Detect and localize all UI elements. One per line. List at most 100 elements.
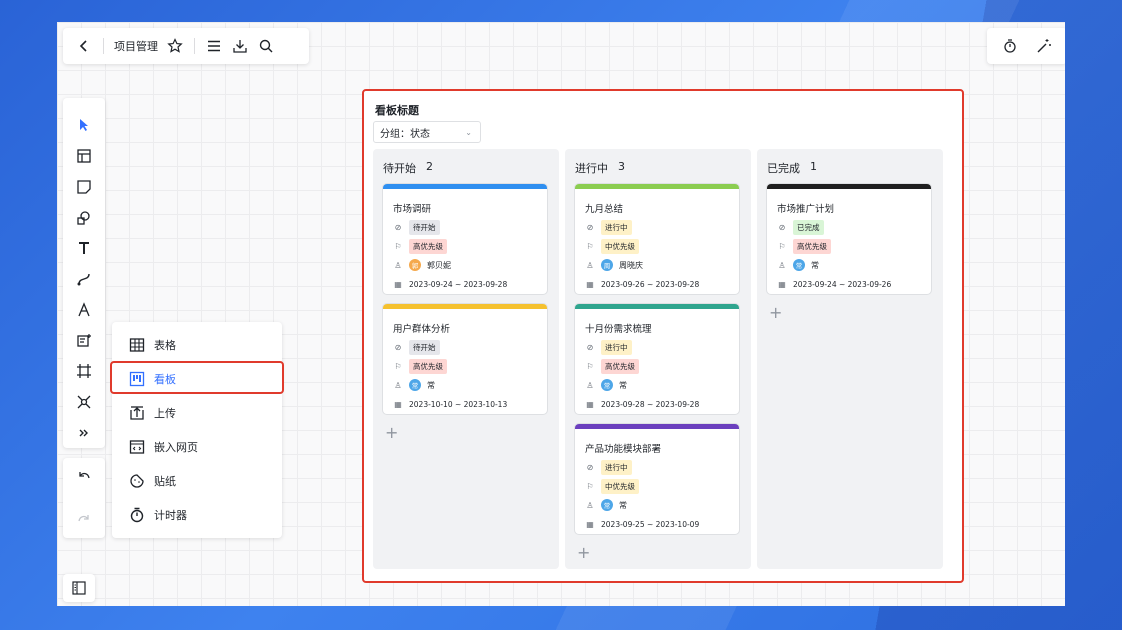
kanban-card[interactable]: 市场调研 ⊘ 待开始 ⚐ 高优先级 ♙ 郭郭贝妮 ▦ 2023-09-24 ~ 2023-09-… [382,183,548,295]
group-by-select[interactable]: 分组：状态 ⌄ [373,121,481,143]
card-status-row: ⊘ 进行中 [585,219,739,235]
favorite-button[interactable] [162,33,188,59]
connector-tool[interactable] [69,264,99,295]
card-date-row: ▦ 2023-09-25 ~ 2023-10-09 [585,517,739,531]
column-count: 2 [426,160,433,173]
frame-icon [77,364,91,379]
menu-item-timer[interactable]: 计时器 [112,498,282,532]
timer-icon [128,506,146,524]
card-date-row: ▦ 2023-09-28 ~ 2023-09-28 [585,397,739,411]
date-range: 2023-09-26 ~ 2023-09-28 [601,279,700,289]
download-button[interactable] [227,33,253,59]
card-assignee-row: ♙ 常常 [585,498,739,512]
priority-tag: 高优先级 [601,358,639,374]
expand-tools-button[interactable] [69,417,99,448]
sticker-icon [128,472,146,490]
kanban-column: 已完成 1 市场推广计划 ⊘ 已完成 ⚐ 高优先级 ♙ 常常 ▦ 2023-09-24 ~ 2023… [757,149,943,569]
card-status-row: ⊘ 进行中 [585,459,739,475]
add-card-button[interactable]: + [385,423,398,442]
sticky-note-tool[interactable] [69,171,99,202]
date-range: 2023-09-28 ~ 2023-09-28 [601,399,700,409]
text-tool[interactable] [69,233,99,264]
menu-item-label: 表格 [154,339,176,352]
avatar: 常 [601,499,613,511]
menu-button[interactable] [201,33,227,59]
embed-icon [128,438,146,456]
kanban-card[interactable]: 用户群体分析 ⊘ 待开始 ⚐ 高优先级 ♙ 常常 ▦ 2023-10-10 ~ 2023-10-… [382,303,548,415]
date-range: 2023-09-25 ~ 2023-10-09 [601,519,700,529]
add-card-button[interactable]: + [577,543,590,562]
status-tag: 进行中 [601,459,632,475]
redo-button[interactable] [69,504,99,535]
card-title: 产品功能模块部署 [585,444,662,455]
kanban-icon [128,370,146,388]
person-icon: ♙ [586,380,594,390]
sticky-note-icon [77,180,91,194]
kanban-card[interactable]: 产品功能模块部署 ⊘ 进行中 ⚐ 中优先级 ♙ 常常 ▦ 2023-09-25 ~ 2023-1… [574,423,740,535]
more-tools-button[interactable] [69,387,99,418]
card-priority-row: ⚐ 高优先级 [393,358,547,374]
menu-icon [208,40,220,52]
assignee-name: 常 [811,260,819,270]
assignee-name: 常 [427,380,435,390]
sidebar-icon [72,581,86,595]
whiteboard-canvas[interactable]: 项目管理 表格 看板 上传 嵌入网页 贴纸 计时器 看板标题 分组：状态 ⌄ 待… [57,22,1065,606]
magic-button[interactable] [1031,33,1057,59]
top-toolbar: 项目管理 [63,28,309,64]
kanban-title[interactable]: 看板标题 [375,102,419,118]
status-tag: 待开始 [409,339,440,355]
menu-item-upload[interactable]: 上传 [112,396,282,430]
shape-tool[interactable] [69,202,99,233]
menu-item-label: 计时器 [154,509,187,522]
add-card-button[interactable]: + [769,303,782,322]
flag-icon: ⚐ [586,361,594,371]
add-note-icon [77,333,91,347]
kanban-card[interactable]: 九月总结 ⊘ 进行中 ⚐ 中优先级 ♙ 周周晓庆 ▦ 2023-09-26 ~ 2023-09-… [574,183,740,295]
card-status-row: ⊘ 进行中 [585,339,739,355]
menu-item-label: 看板 [154,373,176,386]
card-priority-row: ⚐ 高优先级 [393,238,547,254]
timer-button[interactable] [997,33,1023,59]
card-title: 十月份需求梳理 [585,324,652,335]
pen-tool[interactable] [69,294,99,325]
card-date-row: ▦ 2023-09-24 ~ 2023-09-28 [393,277,547,291]
template-tool[interactable] [69,141,99,172]
document-title[interactable]: 项目管理 [114,38,158,54]
undo-button[interactable] [69,461,99,492]
column-header: 已完成 1 [767,160,817,176]
check-circle-icon: ⊘ [586,222,594,232]
menu-item-sticker[interactable]: 贴纸 [112,464,282,498]
flag-icon: ⚐ [586,481,594,491]
column-count: 3 [618,160,625,173]
menu-item-table[interactable]: 表格 [112,328,282,362]
search-button[interactable] [253,33,279,59]
priority-tag: 中优先级 [601,238,639,254]
layout-icon [77,149,91,163]
person-icon: ♙ [586,260,594,270]
status-tag: 进行中 [601,219,632,235]
kanban-column: 进行中 3 九月总结 ⊘ 进行中 ⚐ 中优先级 ♙ 周周晓庆 ▦ 2023-09-26 ~ 2023… [565,149,751,569]
card-color-bar [575,424,739,429]
redo-icon [78,514,89,521]
check-circle-icon: ⊘ [778,222,786,232]
stopwatch-icon [1004,39,1016,53]
menu-item-label: 贴纸 [154,475,176,488]
kanban-card[interactable]: 十月份需求梳理 ⊘ 进行中 ⚐ 高优先级 ♙ 常常 ▦ 2023-09-28 ~ 2023-09… [574,303,740,415]
card-color-bar [575,184,739,189]
card-color-bar [575,304,739,309]
select-tool[interactable] [69,110,99,141]
sidebar-toggle[interactable] [63,574,95,602]
calendar-icon: ▦ [778,279,786,289]
card-color-bar [767,184,931,189]
menu-item-embed[interactable]: 嵌入网页 [112,430,282,464]
avatar: 郭 [409,259,421,271]
back-button[interactable] [71,33,97,59]
menu-item-kanban[interactable]: 看板 [112,362,282,396]
card-status-row: ⊘ 已完成 [777,219,931,235]
mindmap-tool[interactable] [69,325,99,356]
kanban-board[interactable]: 看板标题 分组：状态 ⌄ 待开始 2 市场调研 ⊘ 待开始 ⚐ 高优先级 ♙ 郭郭贝妮 ▦ 2023… [363,90,963,582]
upload-icon [128,404,146,422]
frame-tool[interactable] [69,356,99,387]
kanban-card[interactable]: 市场推广计划 ⊘ 已完成 ⚐ 高优先级 ♙ 常常 ▦ 2023-09-24 ~ 2023-09-… [766,183,932,295]
person-icon: ♙ [394,260,402,270]
